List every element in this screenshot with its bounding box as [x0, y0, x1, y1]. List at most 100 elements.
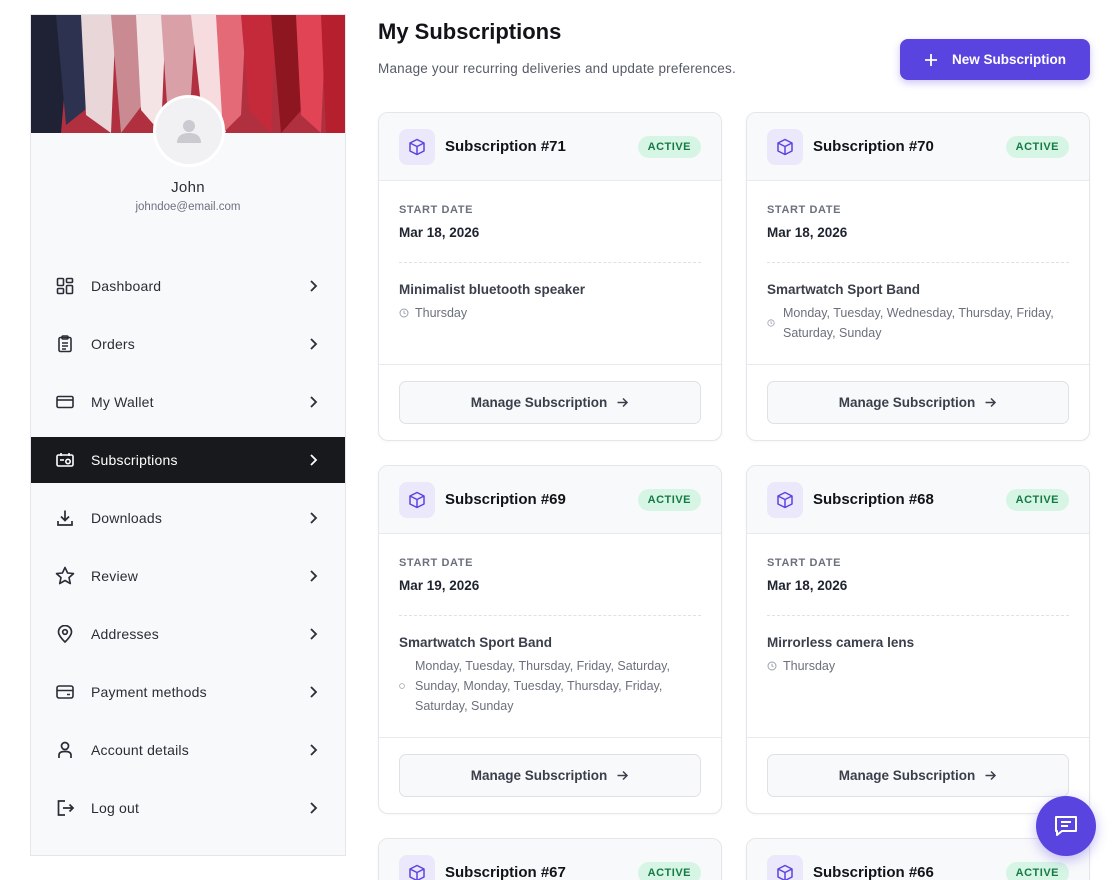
manage-subscription-label: Manage Subscription [470, 395, 608, 410]
delivery-days: Thursday [399, 303, 701, 323]
chevron-right-icon [305, 278, 321, 294]
card-title: Subscription #69 [445, 491, 566, 508]
package-icon [767, 854, 803, 880]
user-placeholder-icon [177, 120, 201, 143]
product-name: Smartwatch Sport Band [767, 282, 921, 297]
status-badge: ACTIVE [1005, 488, 1069, 511]
arrow-right-icon [616, 769, 629, 782]
chat-button[interactable] [1036, 796, 1096, 856]
product-name: Minimalist bluetooth speaker [399, 282, 586, 297]
status-badge: ACTIVE [1005, 135, 1069, 158]
card-title: Subscription #67 [445, 864, 566, 880]
package-icon [767, 128, 803, 165]
chevron-right-icon [305, 684, 321, 700]
clipboard-icon [55, 334, 75, 354]
package-icon [399, 854, 435, 880]
product-name: Mirrorless camera lens [767, 635, 915, 650]
start-date-label: START DATE [399, 204, 474, 216]
subscription-card: Subscription #70 ACTIVE START DATE Mar 1… [746, 112, 1090, 441]
card-header: Subscription #67 ACTIVE [379, 839, 721, 880]
user-name: John [171, 179, 205, 196]
card-header: Subscription #66 ACTIVE [747, 839, 1089, 880]
manage-subscription-button[interactable]: Manage Subscription [767, 381, 1069, 424]
subscription-card: Subscription #66 ACTIVE [746, 838, 1090, 880]
wallet-icon [55, 392, 75, 412]
manage-subscription-button[interactable]: Manage Subscription [399, 754, 701, 797]
user-email: johndoe@email.com [135, 201, 241, 213]
clock-icon [399, 683, 409, 689]
card-footer: Manage Subscription [379, 364, 721, 440]
card-title: Subscription #68 [813, 491, 934, 508]
product-name: Smartwatch Sport Band [399, 635, 553, 650]
arrow-right-icon [984, 396, 997, 409]
package-icon [399, 481, 435, 518]
sidebar-item-addresses[interactable]: Addresses [31, 611, 345, 657]
card-title: Subscription #71 [445, 138, 566, 155]
sidebar-item-label: Payment methods [91, 684, 207, 700]
divider [399, 615, 701, 616]
location-pin-icon [55, 624, 75, 644]
sidebar-item-subscriptions[interactable]: Subscriptions [31, 437, 345, 483]
sidebar-item-orders[interactable]: Orders [31, 321, 345, 367]
sidebar-item-log-out[interactable]: Log out [31, 785, 345, 831]
download-icon [55, 508, 75, 528]
chat-bubble-icon [1055, 816, 1077, 836]
chevron-right-icon [305, 800, 321, 816]
sidebar-item-dashboard[interactable]: Dashboard [31, 263, 345, 309]
manage-subscription-label: Manage Subscription [838, 768, 976, 783]
account-nav: Dashboard Orders My Wallet Subscriptions [31, 263, 345, 843]
sidebar-item-label: My Wallet [91, 394, 154, 410]
sidebar-item-label: Subscriptions [91, 452, 178, 468]
new-subscription-label: New Subscription [951, 52, 1066, 67]
manage-subscription-button[interactable]: Manage Subscription [767, 754, 1069, 797]
page-title: My Subscriptions [378, 19, 562, 44]
card-header: Subscription #70 ACTIVE [747, 113, 1089, 181]
sidebar-item-label: Orders [91, 336, 135, 352]
sidebar-item-label: Account details [91, 742, 189, 758]
delivery-days-text: Monday, Tuesday, Thursday, Friday, Satur… [415, 659, 670, 713]
sidebar-item-label: Log out [91, 800, 140, 816]
card-footer: Manage Subscription [379, 737, 721, 813]
card-footer: Manage Subscription [747, 364, 1089, 440]
start-date-label: START DATE [767, 204, 842, 216]
sidebar-item-payment-methods[interactable]: Payment methods [31, 669, 345, 715]
sidebar-item-account-details[interactable]: Account details [31, 727, 345, 773]
manage-subscription-button[interactable]: Manage Subscription [399, 381, 701, 424]
chevron-right-icon [305, 394, 321, 410]
delivery-days-text: Thursday [415, 306, 468, 320]
divider [399, 262, 701, 263]
delivery-days: Monday, Tuesday, Wednesday, Thursday, Fr… [767, 303, 1069, 343]
sidebar-item-downloads[interactable]: Downloads [31, 495, 345, 541]
divider [767, 262, 1069, 263]
delivery-days: Monday, Tuesday, Thursday, Friday, Satur… [399, 656, 701, 716]
chevron-right-icon [305, 336, 321, 352]
start-date-value: Mar 18, 2026 [767, 578, 848, 593]
status-badge: ACTIVE [1005, 861, 1069, 880]
start-date-value: Mar 19, 2026 [399, 578, 480, 593]
card-footer: Manage Subscription [747, 737, 1089, 813]
new-subscription-button[interactable]: New Subscription [900, 39, 1090, 80]
card-title: Subscription #66 [813, 864, 934, 880]
package-icon [399, 128, 435, 165]
status-badge: ACTIVE [637, 135, 701, 158]
sidebar-item-review[interactable]: Review [31, 553, 345, 599]
clock-icon [767, 319, 777, 327]
start-date-value: Mar 18, 2026 [767, 225, 848, 240]
card-title: Subscription #70 [813, 138, 934, 155]
chevron-right-icon [305, 626, 321, 642]
sidebar-item-my-wallet[interactable]: My Wallet [31, 379, 345, 425]
chevron-right-icon [305, 568, 321, 584]
avatar[interactable] [153, 95, 225, 167]
delivery-days-text: Monday, Tuesday, Wednesday, Thursday, Fr… [783, 306, 1054, 340]
subscription-card: Subscription #67 ACTIVE [378, 838, 722, 880]
subscriptions-icon [55, 450, 75, 470]
sidebar-item-label: Dashboard [91, 278, 162, 294]
start-date-label: START DATE [399, 557, 474, 569]
manage-subscription-label: Manage Subscription [470, 768, 608, 783]
chevron-right-icon [305, 510, 321, 526]
card-header: Subscription #68 ACTIVE [747, 466, 1089, 534]
subscription-card: Subscription #69 ACTIVE START DATE Mar 1… [378, 465, 722, 814]
package-icon [767, 481, 803, 518]
account-sidebar: John johndoe@email.com Dashboard Orders … [30, 14, 346, 856]
plus-icon [924, 53, 938, 67]
